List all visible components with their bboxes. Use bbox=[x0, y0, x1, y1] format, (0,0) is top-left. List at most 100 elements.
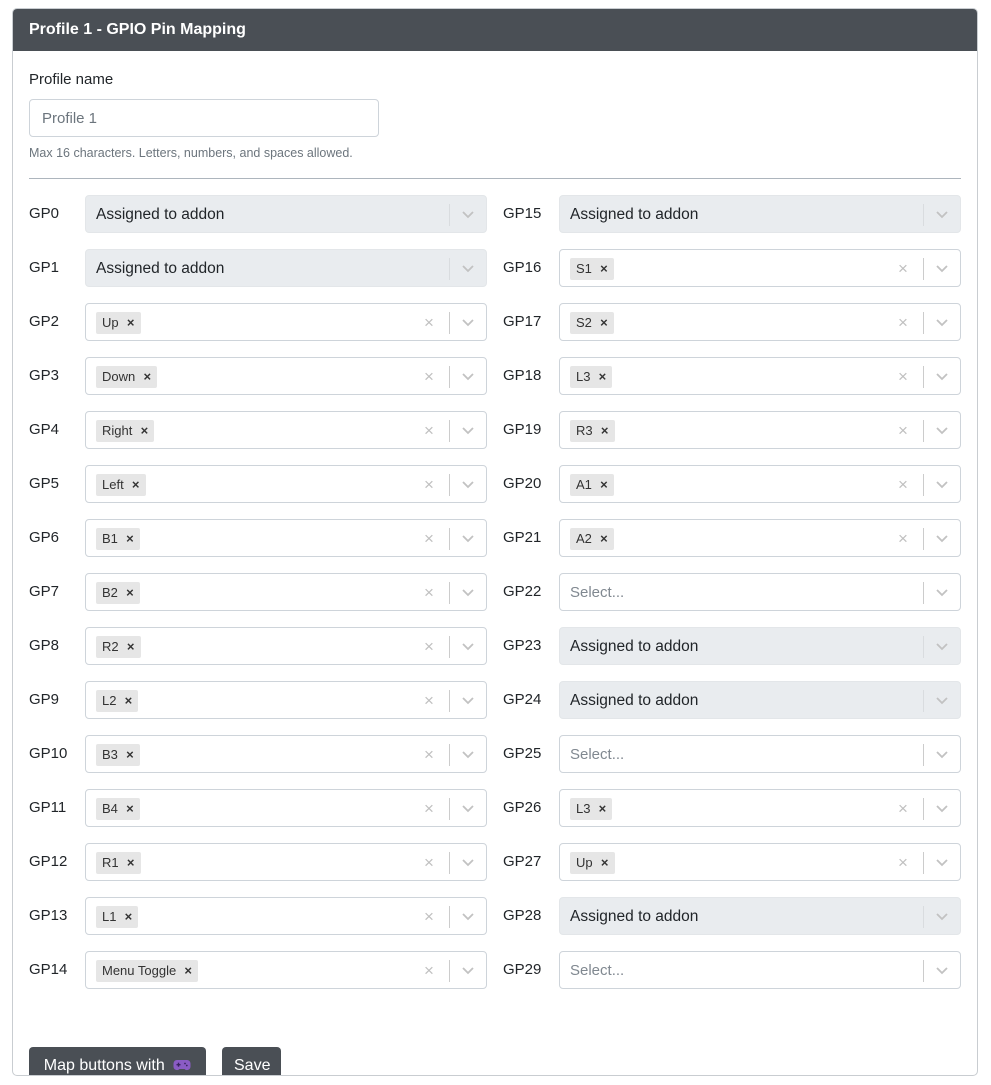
chevron-down-icon[interactable] bbox=[934, 532, 950, 546]
clear-icon[interactable]: × bbox=[892, 250, 914, 288]
pin-select-gp19[interactable]: R3 × × bbox=[559, 411, 961, 449]
clear-icon[interactable]: × bbox=[892, 304, 914, 342]
chip-remove-icon[interactable]: × bbox=[596, 366, 608, 388]
chip-remove-icon[interactable]: × bbox=[124, 744, 136, 766]
pin-select-gp12[interactable]: R1 × × bbox=[85, 843, 487, 881]
clear-icon[interactable]: × bbox=[418, 898, 440, 936]
chevron-down-icon[interactable] bbox=[934, 262, 950, 276]
chevron-down-icon[interactable] bbox=[460, 748, 476, 762]
chip-remove-icon[interactable]: × bbox=[125, 852, 137, 874]
chevron-down-icon[interactable] bbox=[934, 964, 950, 978]
chip-remove-icon[interactable]: × bbox=[125, 636, 137, 658]
chip-remove-icon[interactable]: × bbox=[598, 474, 610, 496]
chevron-down-icon[interactable] bbox=[460, 478, 476, 492]
chevron-down-icon[interactable] bbox=[460, 586, 476, 600]
pin-select-gp16[interactable]: S1 × × bbox=[559, 249, 961, 287]
clear-icon[interactable]: × bbox=[418, 358, 440, 396]
chevron-down-icon[interactable] bbox=[460, 316, 476, 330]
chip-remove-icon[interactable]: × bbox=[598, 258, 610, 280]
chevron-down-icon[interactable] bbox=[934, 586, 950, 600]
chip-remove-icon[interactable]: × bbox=[141, 366, 153, 388]
clear-icon[interactable]: × bbox=[418, 304, 440, 342]
addon-value: Assigned to addon bbox=[96, 206, 225, 223]
pin-select-gp11[interactable]: B4 × × bbox=[85, 789, 487, 827]
pin-label-gp25: GP25 bbox=[503, 745, 542, 762]
indicator-separator bbox=[449, 744, 450, 766]
clear-icon[interactable]: × bbox=[892, 790, 914, 828]
pin-select-gp5[interactable]: Left × × bbox=[85, 465, 487, 503]
pin-row: GP3 Down × × GP18 L3 × × bbox=[29, 357, 961, 395]
clear-icon[interactable]: × bbox=[892, 466, 914, 504]
chevron-down-icon[interactable] bbox=[460, 964, 476, 978]
chip-remove-icon[interactable]: × bbox=[596, 798, 608, 820]
selected-chip: R2 × bbox=[96, 636, 141, 658]
pin-select-gp22[interactable]: Select... bbox=[559, 573, 961, 611]
pin-select-gp17[interactable]: S2 × × bbox=[559, 303, 961, 341]
chip-remove-icon[interactable]: × bbox=[130, 474, 142, 496]
pin-select-gp27[interactable]: Up × × bbox=[559, 843, 961, 881]
pin-select-gp9[interactable]: L2 × × bbox=[85, 681, 487, 719]
clear-icon[interactable]: × bbox=[418, 736, 440, 774]
pin-select-gp6[interactable]: B1 × × bbox=[85, 519, 487, 557]
pin-select-gp20[interactable]: A1 × × bbox=[559, 465, 961, 503]
pin-select-gp29[interactable]: Select... bbox=[559, 951, 961, 989]
clear-icon[interactable]: × bbox=[418, 412, 440, 450]
pin-select-gp18[interactable]: L3 × × bbox=[559, 357, 961, 395]
clear-icon[interactable]: × bbox=[418, 520, 440, 558]
pin-select-gp8[interactable]: R2 × × bbox=[85, 627, 487, 665]
chevron-down-icon[interactable] bbox=[460, 802, 476, 816]
indicator-separator bbox=[449, 366, 450, 388]
pin-select-gp26[interactable]: L3 × × bbox=[559, 789, 961, 827]
chip-remove-icon[interactable]: × bbox=[598, 528, 610, 550]
clear-icon[interactable]: × bbox=[418, 952, 440, 990]
chevron-down-icon[interactable] bbox=[460, 370, 476, 384]
chip-remove-icon[interactable]: × bbox=[598, 312, 610, 334]
chevron-down-icon[interactable] bbox=[460, 640, 476, 654]
pin-select-gp13[interactable]: L1 × × bbox=[85, 897, 487, 935]
profile-name-input[interactable] bbox=[29, 99, 379, 137]
pin-select-gp4[interactable]: Right × × bbox=[85, 411, 487, 449]
pin-select-gp14[interactable]: Menu Toggle × × bbox=[85, 951, 487, 989]
chip-remove-icon[interactable]: × bbox=[599, 420, 611, 442]
chip-remove-icon[interactable]: × bbox=[125, 312, 137, 334]
chevron-down-icon[interactable] bbox=[934, 478, 950, 492]
chevron-down-icon[interactable] bbox=[460, 910, 476, 924]
chevron-down-icon[interactable] bbox=[460, 424, 476, 438]
chip-remove-icon[interactable]: × bbox=[599, 852, 611, 874]
chevron-down-icon[interactable] bbox=[934, 802, 950, 816]
pin-select-gp7[interactable]: B2 × × bbox=[85, 573, 487, 611]
chevron-down-icon[interactable] bbox=[934, 856, 950, 870]
chevron-down-icon[interactable] bbox=[934, 316, 950, 330]
pin-select-gp2[interactable]: Up × × bbox=[85, 303, 487, 341]
map-buttons-button[interactable]: Map buttons with bbox=[29, 1047, 206, 1075]
chip-remove-icon[interactable]: × bbox=[122, 690, 134, 712]
pin-select-gp21[interactable]: A2 × × bbox=[559, 519, 961, 557]
chevron-down-icon[interactable] bbox=[460, 694, 476, 708]
chevron-down-icon[interactable] bbox=[934, 424, 950, 438]
clear-icon[interactable]: × bbox=[418, 628, 440, 666]
clear-icon[interactable]: × bbox=[418, 790, 440, 828]
clear-icon[interactable]: × bbox=[892, 358, 914, 396]
chevron-down-icon[interactable] bbox=[460, 856, 476, 870]
clear-icon[interactable]: × bbox=[418, 844, 440, 882]
pin-select-gp3[interactable]: Down × × bbox=[85, 357, 487, 395]
clear-icon[interactable]: × bbox=[418, 682, 440, 720]
clear-icon[interactable]: × bbox=[892, 412, 914, 450]
chip-remove-icon[interactable]: × bbox=[138, 420, 150, 442]
chip-remove-icon[interactable]: × bbox=[124, 528, 136, 550]
chevron-down-icon[interactable] bbox=[934, 748, 950, 762]
clear-icon[interactable]: × bbox=[892, 844, 914, 882]
clear-icon[interactable]: × bbox=[418, 574, 440, 612]
chip-remove-icon[interactable]: × bbox=[122, 906, 134, 928]
pin-select-gp10[interactable]: B3 × × bbox=[85, 735, 487, 773]
chip-remove-icon[interactable]: × bbox=[124, 582, 136, 604]
pin-select-gp25[interactable]: Select... bbox=[559, 735, 961, 773]
chevron-down-icon[interactable] bbox=[934, 370, 950, 384]
clear-icon[interactable]: × bbox=[418, 466, 440, 504]
chevron-down-icon[interactable] bbox=[460, 532, 476, 546]
save-button[interactable]: Save bbox=[222, 1047, 281, 1075]
chip-remove-icon[interactable]: × bbox=[182, 960, 194, 982]
chip-remove-icon[interactable]: × bbox=[124, 798, 136, 820]
clear-icon[interactable]: × bbox=[892, 520, 914, 558]
chip-label: B4 bbox=[102, 801, 118, 816]
